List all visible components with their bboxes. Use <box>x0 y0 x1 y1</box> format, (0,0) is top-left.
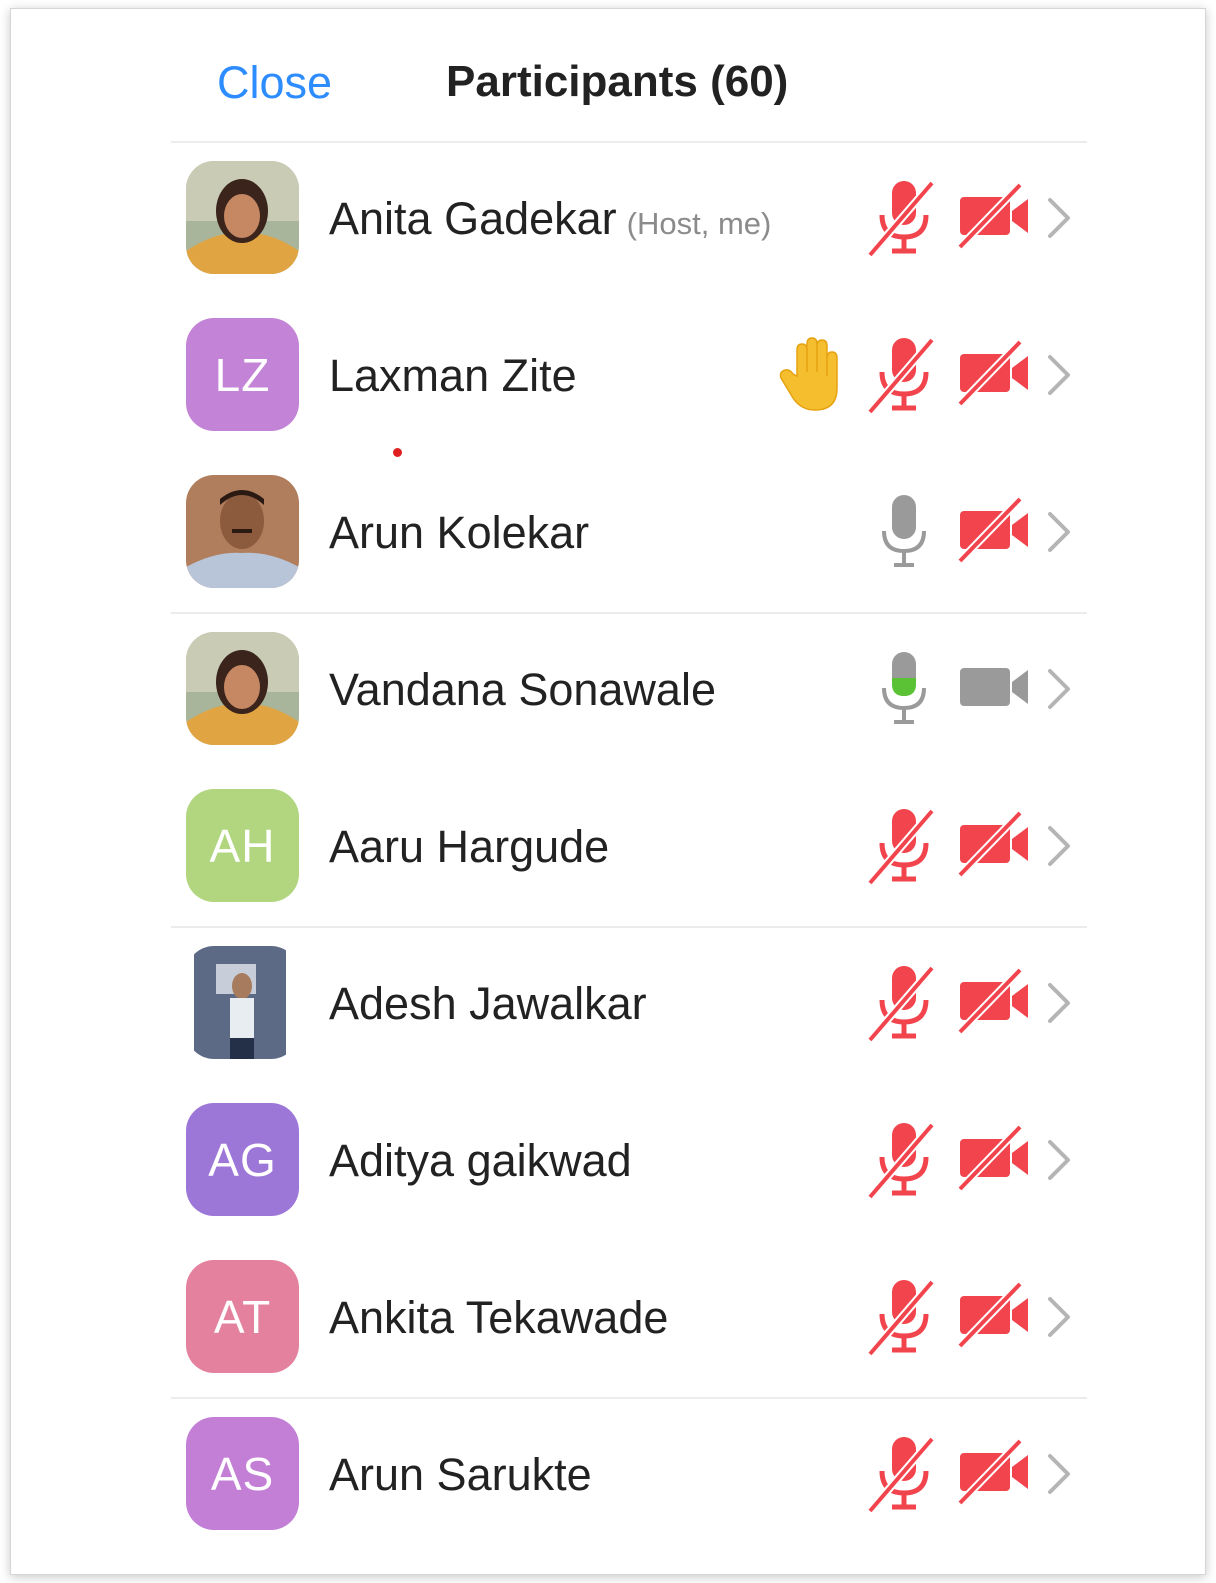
participant-name-text: Laxman Zite <box>329 350 577 401</box>
chevron-right-icon[interactable] <box>1044 981 1074 1025</box>
participant-row[interactable]: AG Aditya gaikwad <box>171 1083 1087 1240</box>
participant-name: Aditya gaikwad <box>329 1135 632 1187</box>
avatar <box>186 161 299 274</box>
mic-muted-icon[interactable] <box>866 1119 942 1201</box>
participant-name: Anita Gadekar (Host, me) <box>329 193 771 245</box>
mic-speaking-icon[interactable] <box>866 648 942 730</box>
chevron-right-icon[interactable] <box>1044 1138 1074 1182</box>
participant-name-text: Aaru Hargude <box>329 821 610 872</box>
participant-name: Adesh Jawalkar <box>329 978 647 1030</box>
participant-name: Arun Sarukte <box>329 1449 592 1501</box>
participant-name-text: Aditya gaikwad <box>329 1135 632 1186</box>
participant-name: Laxman Zite <box>329 350 577 402</box>
mic-icon[interactable] <box>866 491 942 573</box>
close-button[interactable]: Close <box>217 57 332 109</box>
video-icon[interactable] <box>956 652 1034 722</box>
participant-role-tag: (Host, me) <box>626 206 772 241</box>
participant-name: Aaru Hargude <box>329 821 609 873</box>
chevron-right-icon[interactable] <box>1044 667 1074 711</box>
participant-name: Arun Kolekar <box>329 507 589 559</box>
avatar: AG <box>186 1103 299 1216</box>
page-title: Participants (60) <box>446 57 789 106</box>
participant-row[interactable]: AH Aaru Hargude <box>171 769 1087 926</box>
participants-panel: Close Participants (60) Anita Gadekar (Ho… <box>10 8 1206 1575</box>
participant-row[interactable]: AT Ankita Tekawade <box>171 1240 1087 1397</box>
participant-name-text: Arun Kolekar <box>329 507 590 558</box>
participant-name-text: Anita Gadekar <box>329 193 617 244</box>
video-off-icon[interactable] <box>956 966 1034 1036</box>
mic-muted-icon[interactable] <box>866 962 942 1044</box>
avatar <box>186 632 299 745</box>
participant-row[interactable]: LZ Laxman Zite <box>171 298 1087 457</box>
avatar <box>186 475 299 588</box>
participant-list: Anita Gadekar (Host, me) LZ Laxman Zite <box>171 141 1087 1554</box>
mic-muted-icon[interactable] <box>866 1276 942 1358</box>
avatar: AT <box>186 1260 299 1373</box>
mic-muted-icon[interactable] <box>866 1433 942 1515</box>
raised-hand-icon <box>777 336 843 414</box>
participant-name-text: Ankita Tekawade <box>329 1292 669 1343</box>
video-off-icon[interactable] <box>956 338 1034 408</box>
chevron-right-icon[interactable] <box>1044 196 1074 240</box>
video-off-icon[interactable] <box>956 1437 1034 1507</box>
participant-name: Ankita Tekawade <box>329 1292 668 1344</box>
participant-name: Vandana Sonawale <box>329 664 716 716</box>
avatar: AS <box>186 1417 299 1530</box>
mic-muted-icon[interactable] <box>866 177 942 259</box>
mic-muted-icon[interactable] <box>866 805 942 887</box>
participant-row[interactable]: Arun Kolekar <box>171 455 1087 612</box>
chevron-right-icon[interactable] <box>1044 510 1074 554</box>
participant-row[interactable]: Vandana Sonawale <box>171 612 1087 769</box>
chevron-right-icon[interactable] <box>1044 1295 1074 1339</box>
participant-row[interactable]: Anita Gadekar (Host, me) <box>171 141 1087 298</box>
participant-row[interactable]: AS Arun Sarukte <box>171 1397 1087 1554</box>
participant-name-text: Adesh Jawalkar <box>329 978 647 1029</box>
participant-name-text: Vandana Sonawale <box>329 664 716 715</box>
video-off-icon[interactable] <box>956 495 1034 565</box>
participant-name-text: Arun Sarukte <box>329 1449 592 1500</box>
mic-muted-icon[interactable] <box>866 334 942 416</box>
video-off-icon[interactable] <box>956 1123 1034 1193</box>
video-off-icon[interactable] <box>956 1280 1034 1350</box>
video-off-icon[interactable] <box>956 181 1034 251</box>
chevron-right-icon[interactable] <box>1044 824 1074 868</box>
chevron-right-icon[interactable] <box>1044 1452 1074 1496</box>
video-off-icon[interactable] <box>956 809 1034 879</box>
avatar: LZ <box>186 318 299 431</box>
panel-header: Close Participants (60) <box>11 9 1207 149</box>
chevron-right-icon[interactable] <box>1044 353 1074 397</box>
participant-row[interactable]: Adesh Jawalkar <box>171 926 1087 1083</box>
avatar: AH <box>186 789 299 902</box>
avatar <box>186 946 299 1059</box>
